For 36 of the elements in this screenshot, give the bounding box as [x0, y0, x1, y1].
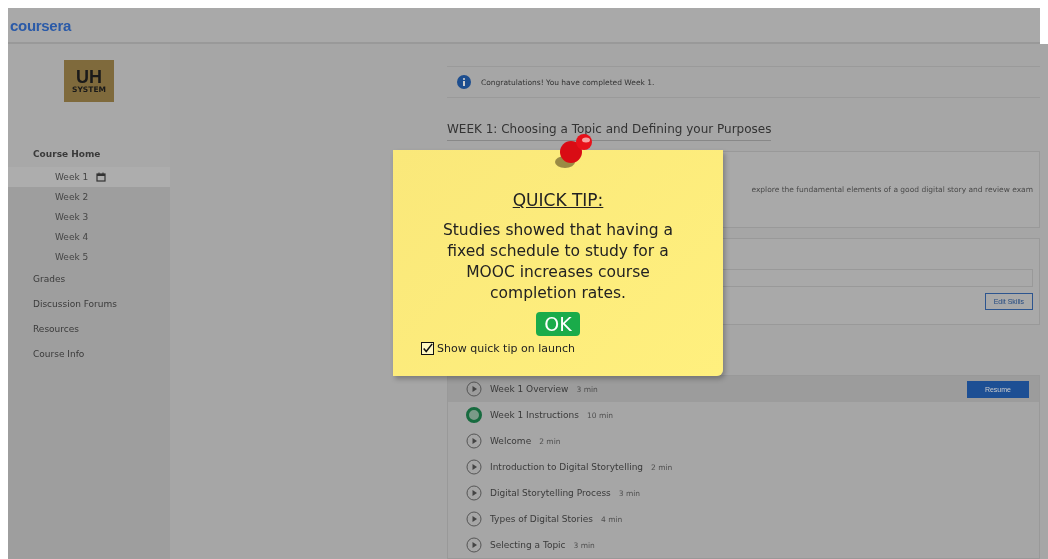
play-icon [466, 459, 482, 475]
week-label: Week 3 [55, 212, 89, 222]
lesson-title: Welcome [490, 436, 532, 446]
lesson-title: Selecting a Topic [490, 540, 566, 550]
checkbox[interactable] [421, 342, 434, 355]
sidebar-item[interactable]: Grades [8, 267, 170, 292]
completed-icon [466, 407, 482, 423]
lesson-title: Types of Digital Stories [490, 514, 593, 524]
checkbox-label[interactable]: Show quick tip on launch [437, 342, 575, 355]
week-item[interactable]: Week 1 [8, 167, 170, 187]
play-icon [466, 381, 482, 397]
coursera-logo[interactable]: coursera [10, 16, 71, 34]
ok-button[interactable]: OK [536, 312, 580, 336]
lesson-title: Introduction to Digital Storytelling [490, 462, 644, 472]
week-label: Week 5 [55, 252, 89, 262]
week-label: Week 1 [55, 172, 89, 182]
play-icon [466, 485, 482, 501]
sidebar-item[interactable]: Course Info [8, 342, 170, 367]
lesson-title: Week 1 Overview [490, 384, 569, 394]
tip-text: Studies showed that having a fixed schedule to study for a MOOC increases course completion rates. [441, 220, 675, 304]
play-icon [466, 537, 482, 553]
week-label: Week 2 [55, 192, 89, 202]
lesson-title: Digital Storytelling Process [490, 488, 611, 498]
sidebar-item[interactable]: Resources [8, 317, 170, 342]
play-icon [466, 511, 482, 527]
info-icon [457, 75, 471, 89]
week-label: Week 4 [55, 232, 89, 242]
sidebar-item[interactable]: Course Home [8, 142, 170, 167]
week-item[interactable]: Week 3 [8, 207, 170, 227]
week-item[interactable]: Week 5 [8, 247, 170, 267]
lesson-title: Week 1 Instructions [490, 410, 579, 420]
tip-title: QUICK TIP: [512, 190, 604, 210]
sidebar-item[interactable]: Discussion Forums [8, 292, 170, 317]
week-item[interactable]: Week 4 [8, 227, 170, 247]
play-icon [466, 433, 482, 449]
week-item[interactable]: Week 2 [8, 187, 170, 207]
